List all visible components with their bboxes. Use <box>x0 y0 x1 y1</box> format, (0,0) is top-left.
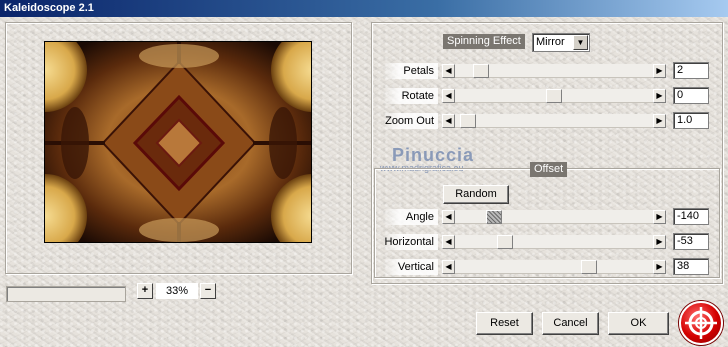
status-field <box>6 286 126 302</box>
horizontal-label: Horizontal <box>382 234 438 250</box>
horizontal-value-field[interactable]: -53 <box>673 233 709 250</box>
petals-label: Petals <box>382 63 438 79</box>
mode-select-value: Mirror <box>536 36 565 48</box>
vertical-value-field[interactable]: 38 <box>673 258 709 275</box>
offset-label: Offset <box>530 162 568 177</box>
angle-slider[interactable]: ◀ ▶ <box>442 210 666 224</box>
preview-image <box>44 41 312 243</box>
zoom-out-increase-arrow-icon[interactable]: ▶ <box>653 114 666 128</box>
angle-increase-arrow-icon[interactable]: ▶ <box>653 210 666 224</box>
horizontal-increase-arrow-icon[interactable]: ▶ <box>653 235 666 249</box>
petals-value-field[interactable]: 2 <box>673 62 709 79</box>
petals-decrease-arrow-icon[interactable]: ◀ <box>442 64 455 78</box>
rotate-slider-thumb[interactable] <box>546 89 562 103</box>
petals-increase-arrow-icon[interactable]: ▶ <box>653 64 666 78</box>
zoom-level: 33% <box>156 283 198 299</box>
reset-button[interactable]: Reset <box>476 312 533 335</box>
angle-label: Angle <box>382 209 438 225</box>
vertical-slider[interactable]: ◀ ▶ <box>442 260 666 274</box>
horizontal-slider-thumb[interactable] <box>497 235 513 249</box>
vertical-decrease-arrow-icon[interactable]: ◀ <box>442 260 455 274</box>
plus-icon[interactable]: + <box>137 283 153 299</box>
rotate-label: Rotate <box>382 88 438 104</box>
zoom-out-value-field[interactable]: 1.0 <box>673 112 709 129</box>
angle-slider-thumb[interactable] <box>486 210 502 224</box>
rotate-increase-arrow-icon[interactable]: ▶ <box>653 89 666 103</box>
vertical-label: Vertical <box>382 259 438 275</box>
horizontal-decrease-arrow-icon[interactable]: ◀ <box>442 235 455 249</box>
zoom-out-slider-thumb[interactable] <box>460 114 476 128</box>
minus-icon[interactable]: − <box>200 283 216 299</box>
angle-value-field[interactable]: -140 <box>673 208 709 225</box>
zoom-out-slider[interactable]: ◀ ▶ <box>442 114 666 128</box>
angle-decrease-arrow-icon[interactable]: ◀ <box>442 210 455 224</box>
vertical-slider-thumb[interactable] <box>581 260 597 274</box>
rotate-decrease-arrow-icon[interactable]: ◀ <box>442 89 455 103</box>
zoom-out-label: Zoom Out <box>382 113 438 129</box>
petals-slider-thumb[interactable] <box>473 64 489 78</box>
ok-button[interactable]: OK <box>608 312 669 335</box>
random-button[interactable]: Random <box>443 185 509 204</box>
lifebuoy-logo-icon <box>679 301 723 345</box>
spinning-effect-label: Spinning Effect <box>443 34 525 49</box>
rotate-slider[interactable]: ◀ ▶ <box>442 89 666 103</box>
horizontal-slider[interactable]: ◀ ▶ <box>442 235 666 249</box>
chevron-down-icon[interactable]: ▼ <box>573 35 588 50</box>
cancel-button[interactable]: Cancel <box>542 312 599 335</box>
window-title: Kaleidoscope 2.1 <box>0 0 728 17</box>
zoom-out-decrease-arrow-icon[interactable]: ◀ <box>442 114 455 128</box>
vertical-increase-arrow-icon[interactable]: ▶ <box>653 260 666 274</box>
petals-slider[interactable]: ◀ ▶ <box>442 64 666 78</box>
rotate-value-field[interactable]: 0 <box>673 87 709 104</box>
mode-select[interactable]: Mirror ▼ <box>532 33 590 52</box>
